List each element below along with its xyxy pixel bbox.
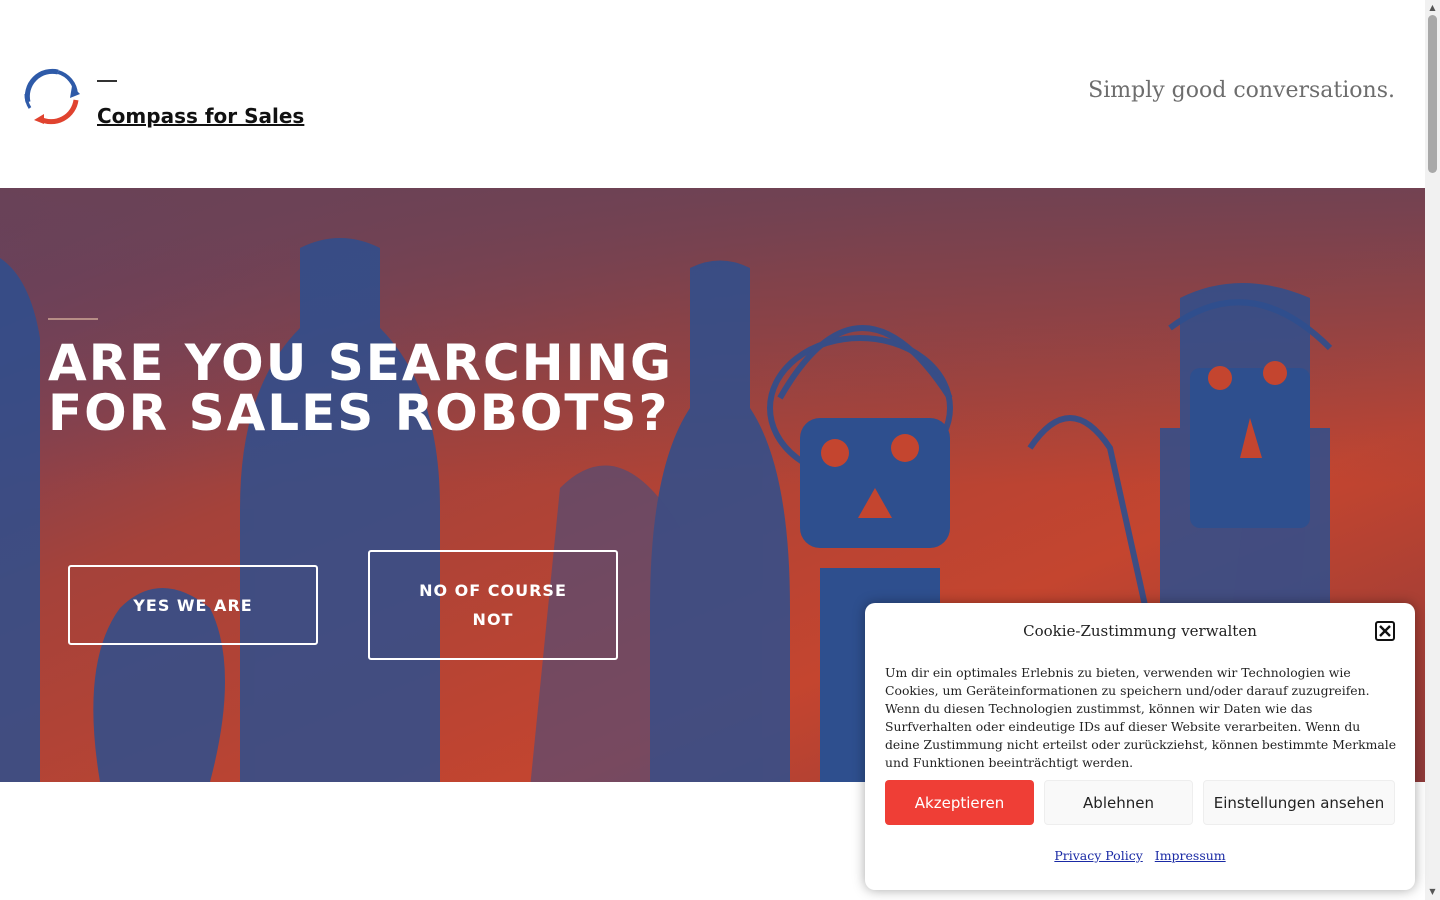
title-dash-divider — [97, 80, 117, 82]
view-settings-button[interactable]: Einstellungen ansehen — [1203, 780, 1395, 825]
scroll-up-arrow-icon[interactable]: ▲ — [1425, 2, 1440, 14]
logo-circular-arrows-icon[interactable] — [20, 64, 82, 126]
cookie-links: Privacy Policy Impressum — [865, 848, 1415, 863]
cookie-dialog-text: Um dir ein optimales Erlebnis zu bieten,… — [885, 665, 1397, 770]
accept-cookies-button[interactable]: Akzeptieren — [885, 780, 1034, 825]
scrollbar-thumb[interactable] — [1428, 15, 1437, 173]
scroll-down-arrow-icon[interactable]: ▼ — [1425, 886, 1440, 898]
hero-accent-rule — [48, 318, 98, 320]
yes-we-are-button[interactable]: YES WE ARE — [68, 565, 318, 645]
privacy-policy-link[interactable]: Privacy Policy — [1054, 848, 1142, 863]
impressum-link[interactable]: Impressum — [1155, 848, 1226, 863]
deny-cookies-button[interactable]: Ablehnen — [1044, 780, 1193, 825]
page-scrollbar[interactable]: ▲ ▼ — [1425, 0, 1440, 900]
site-title-link[interactable]: Compass for Sales — [97, 104, 304, 128]
close-x-icon[interactable] — [1375, 621, 1395, 641]
no-of-course-not-button[interactable]: NO OF COURSE NOT — [368, 550, 618, 660]
cookie-dialog-title: Cookie-Zustimmung verwalten — [1023, 622, 1257, 640]
hero-title: ARE YOU SEARCHING FOR SALES ROBOTS? — [48, 334, 674, 442]
cookie-consent-dialog: Cookie-Zustimmung verwalten Um dir ein o… — [865, 603, 1415, 890]
site-header: Compass for Sales Simply good conversati… — [0, 0, 1425, 188]
site-tagline: Simply good conversations. — [1088, 78, 1395, 103]
